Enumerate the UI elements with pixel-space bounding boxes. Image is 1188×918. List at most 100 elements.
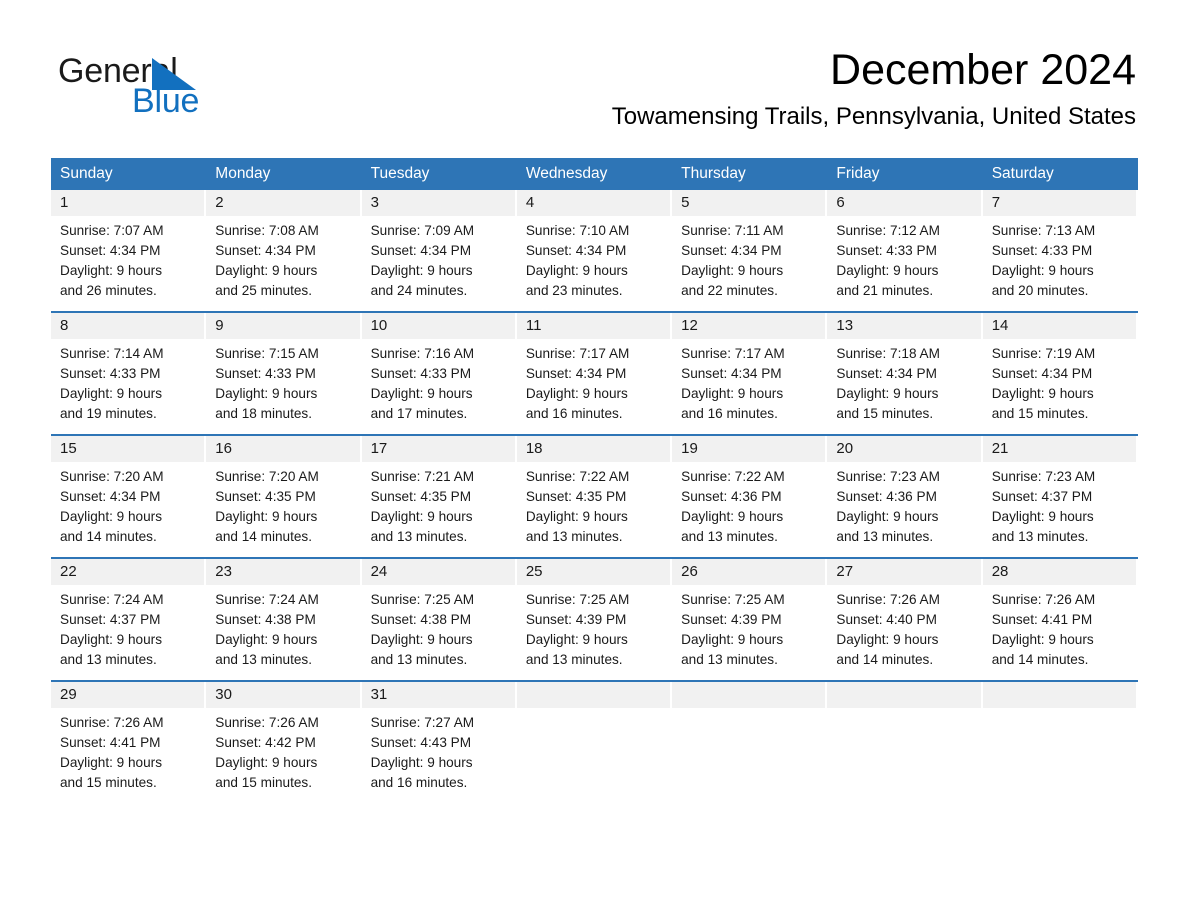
sunrise-text: Sunrise: 7:12 AM <box>836 223 940 238</box>
daylight-text-line1: Daylight: 9 hours <box>60 755 163 770</box>
day-number: 25 <box>516 559 671 585</box>
day-cell[interactable]: 30 Sunrise: 7:26 AM Sunset: 4:42 PM Dayl… <box>206 682 361 794</box>
day-number: 26 <box>672 559 826 585</box>
sunset-text: Sunset: 4:36 PM <box>836 489 937 504</box>
general-blue-logo[interactable]: General Blue <box>58 52 318 124</box>
day-cell[interactable]: 17 Sunrise: 7:21 AM Sunset: 4:35 PM Dayl… <box>361 436 517 548</box>
day-info: Sunrise: 7:26 AM Sunset: 4:41 PM Dayligh… <box>983 585 1136 671</box>
sunrise-text: Sunrise: 7:20 AM <box>60 469 164 484</box>
day-cell[interactable]: 5 Sunrise: 7:11 AM Sunset: 4:34 PM Dayli… <box>672 190 827 302</box>
daylight-text-line2: and 25 minutes. <box>215 283 313 298</box>
day-cell[interactable]: 14 Sunrise: 7:19 AM Sunset: 4:34 PM Dayl… <box>982 313 1138 425</box>
daylight-text-line2: and 14 minutes. <box>991 652 1089 667</box>
day-cell[interactable]: 12 Sunrise: 7:17 AM Sunset: 4:34 PM Dayl… <box>672 313 827 425</box>
sunset-text: Sunset: 4:39 PM <box>681 612 782 627</box>
day-number: 14 <box>982 313 1136 339</box>
day-info: Sunrise: 7:23 AM Sunset: 4:37 PM Dayligh… <box>983 462 1136 548</box>
day-info: Sunrise: 7:22 AM Sunset: 4:35 PM Dayligh… <box>517 462 670 548</box>
day-cell[interactable]: 29 Sunrise: 7:26 AM Sunset: 4:41 PM Dayl… <box>51 682 206 794</box>
sunrise-text: Sunrise: 7:23 AM <box>991 469 1096 484</box>
daylight-text-line2: and 15 minutes. <box>836 406 934 421</box>
calendar-page: General Blue December 2024 Towamensing T… <box>0 0 1188 918</box>
day-cell[interactable]: 27 Sunrise: 7:26 AM Sunset: 4:40 PM Dayl… <box>827 559 982 671</box>
daylight-text-line1: Daylight: 9 hours <box>370 263 473 278</box>
calendar-week-row: 1 Sunrise: 7:07 AM Sunset: 4:34 PM Dayli… <box>51 190 1138 302</box>
daylight-text-line1: Daylight: 9 hours <box>60 263 163 278</box>
day-cell[interactable]: 2 Sunrise: 7:08 AM Sunset: 4:34 PM Dayli… <box>206 190 361 302</box>
daylight-text-line1: Daylight: 9 hours <box>836 263 939 278</box>
sunrise-text: Sunrise: 7:24 AM <box>215 592 319 607</box>
day-cell[interactable]: 23 Sunrise: 7:24 AM Sunset: 4:38 PM Dayl… <box>206 559 361 671</box>
sunset-text: Sunset: 4:41 PM <box>991 612 1093 627</box>
day-number: 24 <box>361 559 515 585</box>
sunset-text: Sunset: 4:35 PM <box>525 489 627 504</box>
sunrise-text: Sunrise: 7:24 AM <box>60 592 164 607</box>
weekday-header-row: Sunday Monday Tuesday Wednesday Thursday… <box>51 158 1138 190</box>
day-number: 5 <box>672 190 826 216</box>
day-info: Sunrise: 7:11 AM Sunset: 4:34 PM Dayligh… <box>672 216 825 302</box>
daylight-text-line2: and 19 minutes. <box>60 406 157 421</box>
day-cell[interactable]: 6 Sunrise: 7:12 AM Sunset: 4:33 PM Dayli… <box>827 190 982 302</box>
day-number: 7 <box>982 190 1136 216</box>
day-cell[interactable]: 7 Sunrise: 7:13 AM Sunset: 4:33 PM Dayli… <box>982 190 1138 302</box>
day-info: Sunrise: 7:08 AM Sunset: 4:34 PM Dayligh… <box>206 216 359 302</box>
day-cell[interactable]: 31 Sunrise: 7:27 AM Sunset: 4:43 PM Dayl… <box>361 682 517 794</box>
day-cell[interactable]: 22 Sunrise: 7:24 AM Sunset: 4:37 PM Dayl… <box>51 559 206 671</box>
daylight-text-line1: Daylight: 9 hours <box>370 632 473 647</box>
day-cell[interactable]: 24 Sunrise: 7:25 AM Sunset: 4:38 PM Dayl… <box>361 559 517 671</box>
day-cell[interactable]: 9 Sunrise: 7:15 AM Sunset: 4:33 PM Dayli… <box>206 313 361 425</box>
day-number: 20 <box>827 436 981 462</box>
day-cell[interactable]: 4 Sunrise: 7:10 AM Sunset: 4:34 PM Dayli… <box>516 190 672 302</box>
daylight-text-line2: and 13 minutes. <box>60 652 157 667</box>
sunrise-text: Sunrise: 7:19 AM <box>991 346 1096 361</box>
day-cell[interactable]: 1 Sunrise: 7:07 AM Sunset: 4:34 PM Dayli… <box>51 190 206 302</box>
day-info: Sunrise: 7:26 AM Sunset: 4:42 PM Dayligh… <box>206 708 359 794</box>
day-cell[interactable]: 15 Sunrise: 7:20 AM Sunset: 4:34 PM Dayl… <box>51 436 206 548</box>
daylight-text-line2: and 24 minutes. <box>370 283 468 298</box>
daylight-text-line2: and 17 minutes. <box>370 406 468 421</box>
day-cell[interactable]: 20 Sunrise: 7:23 AM Sunset: 4:36 PM Dayl… <box>827 436 982 548</box>
day-number: 13 <box>827 313 981 339</box>
day-info: Sunrise: 7:16 AM Sunset: 4:33 PM Dayligh… <box>362 339 515 425</box>
daylight-text-line1: Daylight: 9 hours <box>681 263 784 278</box>
day-info: Sunrise: 7:25 AM Sunset: 4:39 PM Dayligh… <box>517 585 670 671</box>
sunrise-text: Sunrise: 7:11 AM <box>681 223 784 238</box>
day-cell[interactable]: 26 Sunrise: 7:25 AM Sunset: 4:39 PM Dayl… <box>672 559 827 671</box>
daylight-text-line1: Daylight: 9 hours <box>681 632 784 647</box>
weekday-header-sunday: Sunday <box>60 165 113 182</box>
daylight-text-line2: and 13 minutes. <box>370 529 468 544</box>
day-cell[interactable]: 11 Sunrise: 7:17 AM Sunset: 4:34 PM Dayl… <box>516 313 672 425</box>
day-cell[interactable]: 19 Sunrise: 7:22 AM Sunset: 4:36 PM Dayl… <box>672 436 827 548</box>
title-block: December 2024 Towamensing Trails, Pennsy… <box>416 44 1136 132</box>
daylight-text-line1: Daylight: 9 hours <box>370 509 473 524</box>
weekday-header-wednesday: Wednesday <box>525 165 608 182</box>
daylight-text-line1: Daylight: 9 hours <box>991 632 1094 647</box>
daylight-text-line2: and 16 minutes. <box>370 775 468 790</box>
daylight-text-line2: and 15 minutes. <box>991 406 1089 421</box>
page-header: General Blue December 2024 Towamensing T… <box>0 0 1188 150</box>
day-cell[interactable]: 13 Sunrise: 7:18 AM Sunset: 4:34 PM Dayl… <box>827 313 982 425</box>
day-cell[interactable]: 10 Sunrise: 7:16 AM Sunset: 4:33 PM Dayl… <box>361 313 517 425</box>
sunset-text: Sunset: 4:34 PM <box>836 366 937 381</box>
sunrise-text: Sunrise: 7:20 AM <box>215 469 319 484</box>
day-cell[interactable]: 18 Sunrise: 7:22 AM Sunset: 4:35 PM Dayl… <box>516 436 672 548</box>
day-cell[interactable]: 8 Sunrise: 7:14 AM Sunset: 4:33 PM Dayli… <box>51 313 206 425</box>
day-number: 2 <box>206 190 360 216</box>
sunrise-text: Sunrise: 7:15 AM <box>215 346 319 361</box>
sunrise-text: Sunrise: 7:25 AM <box>370 592 475 607</box>
day-cell[interactable]: 25 Sunrise: 7:25 AM Sunset: 4:39 PM Dayl… <box>516 559 672 671</box>
day-number: 28 <box>982 559 1136 585</box>
sunrise-text: Sunrise: 7:27 AM <box>370 715 475 730</box>
day-cell[interactable]: 21 Sunrise: 7:23 AM Sunset: 4:37 PM Dayl… <box>982 436 1138 548</box>
day-number: 16 <box>206 436 360 462</box>
sunset-text: Sunset: 4:40 PM <box>836 612 937 627</box>
sunrise-text: Sunrise: 7:22 AM <box>525 469 630 484</box>
day-cell[interactable]: 28 Sunrise: 7:26 AM Sunset: 4:41 PM Dayl… <box>982 559 1138 671</box>
sunrise-text: Sunrise: 7:14 AM <box>60 346 164 361</box>
day-cell[interactable]: 16 Sunrise: 7:20 AM Sunset: 4:35 PM Dayl… <box>206 436 361 548</box>
daylight-text-line2: and 13 minutes. <box>370 652 468 667</box>
day-number <box>516 682 671 708</box>
sunset-text: Sunset: 4:33 PM <box>991 243 1093 258</box>
day-cell[interactable]: 3 Sunrise: 7:09 AM Sunset: 4:34 PM Dayli… <box>361 190 517 302</box>
daylight-text-line2: and 23 minutes. <box>525 283 623 298</box>
